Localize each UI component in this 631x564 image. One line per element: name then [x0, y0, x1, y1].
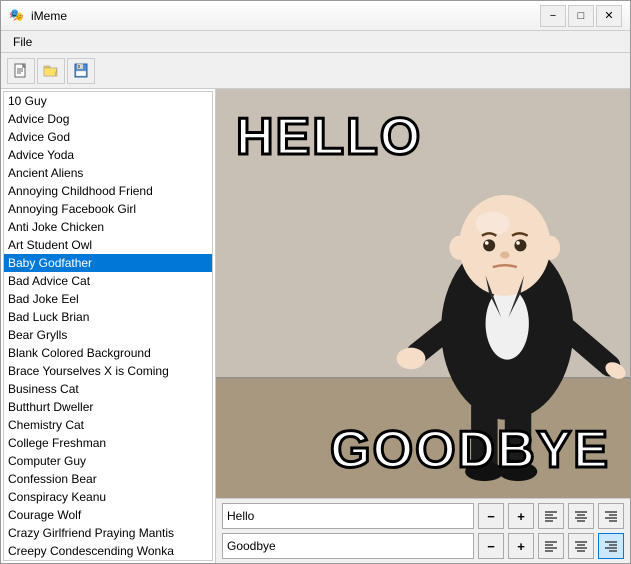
input-area: − +	[216, 498, 630, 563]
top-minus-button[interactable]: −	[478, 503, 504, 529]
list-item[interactable]: Bear Grylls	[4, 326, 212, 344]
list-item[interactable]: Depression Dog	[4, 560, 212, 561]
align-left-icon	[544, 510, 558, 522]
bottom-align-right-button[interactable]	[598, 533, 624, 559]
list-item[interactable]: Crazy Girlfriend Praying Mantis	[4, 524, 212, 542]
top-align-center-button[interactable]	[568, 503, 594, 529]
list-item[interactable]: Bad Joke Eel	[4, 290, 212, 308]
list-item[interactable]: 10 Guy	[4, 92, 212, 110]
title-bar: 🎭 iMeme − □ ✕	[1, 1, 630, 31]
bottom-minus-button[interactable]: −	[478, 533, 504, 559]
right-panel: Hello Goodbye − +	[216, 89, 630, 563]
list-item[interactable]: Advice God	[4, 128, 212, 146]
align-center-icon	[574, 510, 588, 522]
top-align-right-button[interactable]	[598, 503, 624, 529]
meme-preview: Hello Goodbye	[216, 89, 630, 498]
align-right-icon-2	[604, 540, 618, 552]
bottom-text-input[interactable]	[222, 533, 474, 559]
minimize-button[interactable]: −	[540, 5, 566, 27]
list-item[interactable]: Chemistry Cat	[4, 416, 212, 434]
list-item[interactable]: Ancient Aliens	[4, 164, 212, 182]
list-panel: 10 GuyAdvice DogAdvice GodAdvice YodaAnc…	[1, 89, 216, 563]
top-plus-button[interactable]: +	[508, 503, 534, 529]
app-icon: 🎭	[9, 8, 25, 24]
meme-top-text: Hello	[236, 107, 422, 167]
top-align-left-button[interactable]	[538, 503, 564, 529]
top-text-input[interactable]	[222, 503, 474, 529]
align-center-icon-2	[574, 540, 588, 552]
list-item[interactable]: Brace Yourselves X is Coming	[4, 362, 212, 380]
list-item[interactable]: Advice Yoda	[4, 146, 212, 164]
list-item[interactable]: Creepy Condescending Wonka	[4, 542, 212, 560]
list-item[interactable]: Annoying Childhood Friend	[4, 182, 212, 200]
list-item[interactable]: Courage Wolf	[4, 506, 212, 524]
maximize-button[interactable]: □	[568, 5, 594, 27]
new-button[interactable]	[7, 58, 35, 84]
window-controls: − □ ✕	[540, 5, 622, 27]
open-icon	[43, 63, 59, 79]
save-icon	[73, 63, 89, 79]
list-item[interactable]: Confession Bear	[4, 470, 212, 488]
list-item[interactable]: Art Student Owl	[4, 236, 212, 254]
bottom-text-row: − +	[222, 533, 624, 559]
meme-list[interactable]: 10 GuyAdvice DogAdvice GodAdvice YodaAnc…	[3, 91, 213, 561]
list-item[interactable]: Advice Dog	[4, 110, 212, 128]
save-button[interactable]	[67, 58, 95, 84]
new-icon	[13, 63, 29, 79]
meme-bottom-text: Goodbye	[330, 420, 610, 480]
main-window: 🎭 iMeme − □ ✕ File	[0, 0, 631, 564]
open-button[interactable]	[37, 58, 65, 84]
list-item[interactable]: Anti Joke Chicken	[4, 218, 212, 236]
list-item[interactable]: Computer Guy	[4, 452, 212, 470]
list-item[interactable]: College Freshman	[4, 434, 212, 452]
top-text-row: − +	[222, 503, 624, 529]
bottom-plus-button[interactable]: +	[508, 533, 534, 559]
list-item[interactable]: Blank Colored Background	[4, 344, 212, 362]
menu-bar: File	[1, 31, 630, 53]
list-item[interactable]: Conspiracy Keanu	[4, 488, 212, 506]
bottom-align-left-button[interactable]	[538, 533, 564, 559]
list-item[interactable]: Business Cat	[4, 380, 212, 398]
align-left-icon-2	[544, 540, 558, 552]
meme-image: Hello Goodbye	[216, 89, 630, 498]
list-item[interactable]: Baby Godfather	[4, 254, 212, 272]
app-title: iMeme	[31, 9, 540, 23]
list-item[interactable]: Butthurt Dweller	[4, 398, 212, 416]
bottom-align-center-button[interactable]	[568, 533, 594, 559]
list-item[interactable]: Bad Advice Cat	[4, 272, 212, 290]
close-button[interactable]: ✕	[596, 5, 622, 27]
list-item[interactable]: Bad Luck Brian	[4, 308, 212, 326]
align-right-icon	[604, 510, 618, 522]
toolbar	[1, 53, 630, 89]
list-item[interactable]: Annoying Facebook Girl	[4, 200, 212, 218]
menu-file[interactable]: File	[5, 33, 40, 51]
main-content: 10 GuyAdvice DogAdvice GodAdvice YodaAnc…	[1, 89, 630, 563]
